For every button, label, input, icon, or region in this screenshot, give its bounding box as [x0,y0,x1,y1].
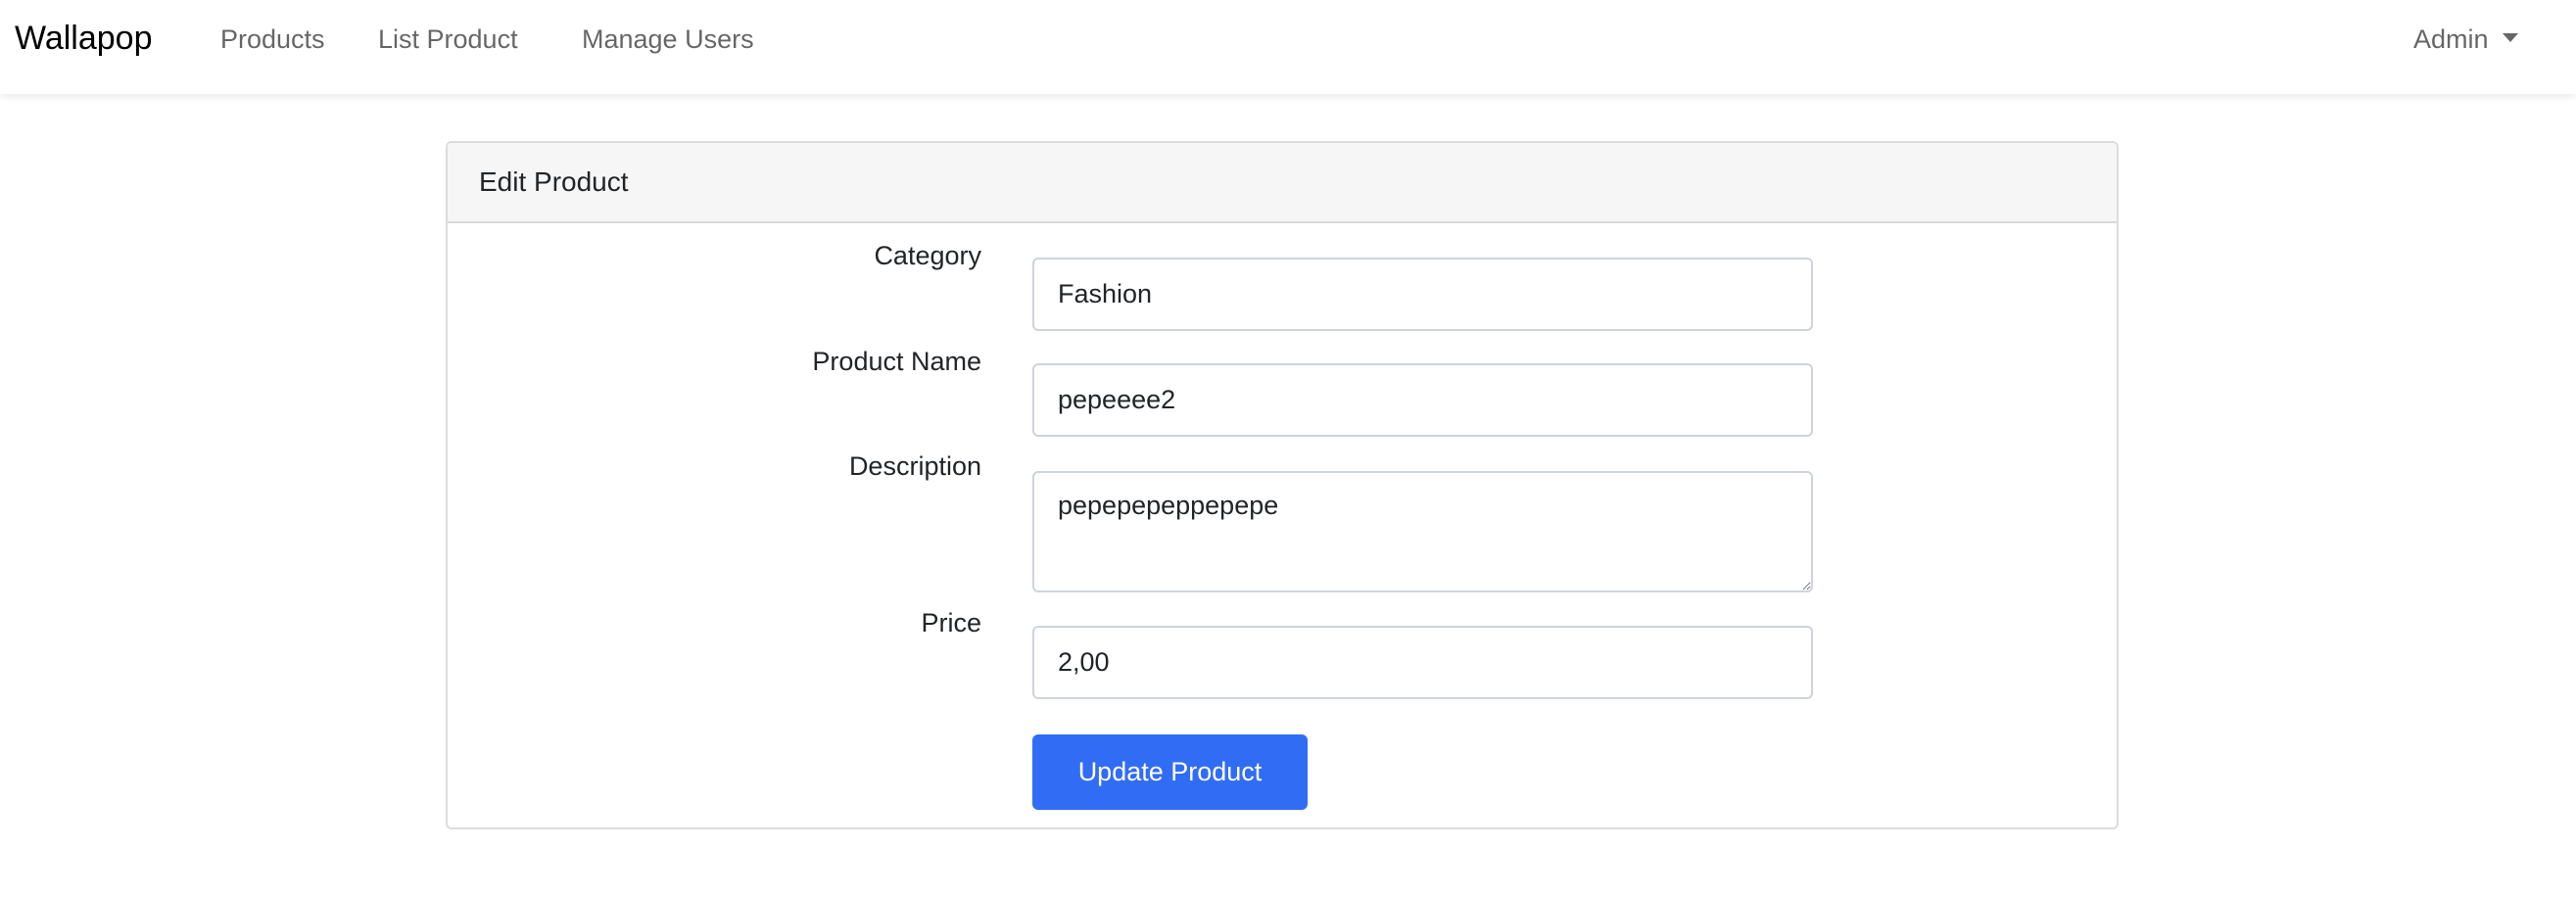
caret-down-icon [2502,33,2518,43]
category-input[interactable] [1032,258,1813,331]
update-product-button[interactable]: Update Product [1032,734,1308,810]
product-name-label: Product Name [812,347,981,376]
product-name-input[interactable] [1032,363,1813,437]
navbar: Wallapop Products List Product Manage Us… [0,0,2576,94]
admin-dropdown[interactable]: Admin [2413,24,2518,55]
description-textarea[interactable]: pepepepeppepepe [1032,471,1813,592]
price-label: Price [921,608,981,637]
brand-link[interactable]: Wallapop [15,20,152,58]
card-title: Edit Product [448,143,2117,223]
edit-product-card: Edit Product Category Product Name Descr… [446,141,2119,829]
price-input[interactable] [1032,626,1813,699]
category-label: Category [874,241,981,270]
nav-link-manage-users[interactable]: Manage Users [582,24,754,55]
nav-link-list-product[interactable]: List Product [378,24,518,55]
admin-label: Admin [2413,24,2489,54]
description-label: Description [848,451,981,481]
nav-link-products[interactable]: Products [220,24,325,55]
